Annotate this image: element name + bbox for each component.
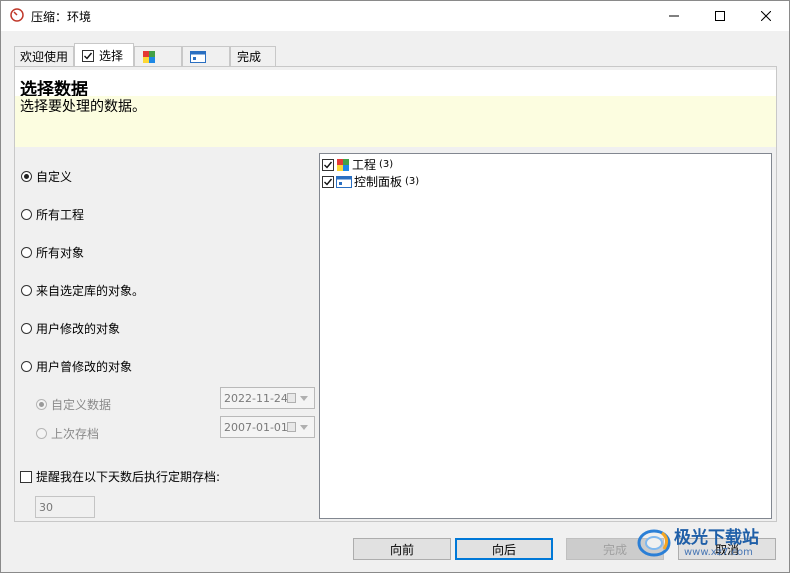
next-button[interactable]: 向后	[455, 538, 553, 560]
radio-indicator	[21, 361, 32, 372]
radio-user-modified[interactable]: 用户修改的对象	[21, 320, 120, 337]
page-header: 选择数据	[15, 70, 776, 100]
radio-label: 来自选定库的对象。	[36, 284, 145, 298]
project-icon	[143, 50, 155, 63]
tab-select[interactable]: 选择	[74, 43, 134, 67]
checkbox-indicator	[20, 470, 32, 483]
radio-last-archive[interactable]: 上次存档	[36, 425, 99, 442]
tree-item-count: (3)	[379, 159, 394, 170]
tab-projects[interactable]	[134, 46, 182, 66]
maximize-button[interactable]	[697, 1, 743, 31]
radio-label: 所有对象	[36, 246, 85, 260]
radio-label: 用户修改的对象	[36, 322, 121, 336]
radio-library-objects[interactable]: 来自选定库的对象。	[21, 282, 144, 299]
days-value: 30	[39, 501, 53, 514]
back-button[interactable]: 向前	[353, 538, 451, 560]
watermark-url: www.xz7.com	[684, 547, 753, 558]
app-icon	[10, 8, 24, 22]
calendar-icon	[287, 422, 296, 432]
control-panel-icon	[336, 175, 352, 188]
checkbox-checked-icon	[322, 158, 334, 171]
button-label: 完成	[602, 542, 627, 557]
page-subtitle: 选择要处理的数据。	[20, 99, 146, 115]
tab-finish[interactable]: 完成	[230, 46, 276, 66]
minimize-button[interactable]	[651, 1, 697, 31]
watermark-logo-icon	[637, 529, 671, 557]
minimize-icon	[669, 15, 679, 17]
archive-wizard-window: 压缩：环境 欢迎使用 选择 完成 选择数据 选择要处理的数据。 自定义 所有工程…	[0, 0, 790, 573]
chevron-down-icon	[300, 425, 308, 430]
reminder-days-input[interactable]: 30	[35, 496, 95, 518]
calendar-icon	[287, 393, 296, 403]
close-icon	[761, 11, 771, 21]
watermark: 极光下载站 www.xz7.com	[636, 521, 786, 569]
custom-date-picker[interactable]: 2022-11-24	[220, 387, 315, 409]
radio-user-previously-modified[interactable]: 用户曾修改的对象	[21, 358, 132, 375]
tab-label: 欢迎使用	[20, 50, 69, 64]
button-label: 向后	[491, 542, 516, 557]
radio-indicator	[21, 247, 32, 258]
radio-custom[interactable]: 自定义	[21, 168, 72, 185]
page-description-area: 选择要处理的数据。	[15, 96, 776, 147]
watermark-text: 极光下载站	[674, 528, 759, 548]
button-label: 向前	[389, 542, 414, 557]
checkbox-checked-icon	[322, 175, 334, 188]
tab-welcome[interactable]: 欢迎使用	[14, 46, 74, 66]
radio-indicator	[21, 171, 32, 182]
tab-control-panel[interactable]	[182, 46, 230, 66]
title-bar: 压缩：环境	[1, 1, 789, 31]
tree-item-projects[interactable]: 工程 (3)	[322, 156, 393, 173]
close-button[interactable]	[743, 1, 789, 31]
radio-label: 所有工程	[36, 208, 85, 222]
project-icon	[337, 158, 349, 171]
maximize-icon	[715, 11, 725, 21]
radio-indicator	[36, 428, 47, 439]
reminder-checkbox[interactable]: 提醒我在以下天数后执行定期存档:	[20, 468, 220, 485]
radio-all-projects[interactable]: 所有工程	[21, 206, 84, 223]
data-tree[interactable]: 工程 (3) 控制面板 (3)	[319, 153, 772, 519]
reminder-label: 提醒我在以下天数后执行定期存档:	[36, 470, 221, 484]
tree-item-label: 控制面板	[354, 175, 403, 189]
date-value: 2022-11-24	[224, 392, 288, 405]
date-value: 2007-01-01	[224, 421, 288, 434]
tab-label: 完成	[237, 50, 262, 64]
tree-item-count: (3)	[405, 176, 420, 187]
radio-label: 用户曾修改的对象	[36, 360, 133, 374]
radio-indicator	[21, 209, 32, 220]
tree-item-label: 工程	[352, 158, 377, 172]
radio-label: 自定义	[36, 170, 73, 184]
radio-custom-date[interactable]: 自定义数据	[36, 396, 111, 413]
radio-indicator	[21, 285, 32, 296]
wizard-panel: 选择数据 选择要处理的数据。 自定义 所有工程 所有对象 来自选定库的对象。 用…	[14, 66, 777, 522]
checkbox-checked-icon	[82, 49, 94, 62]
radio-indicator	[21, 323, 32, 334]
tree-item-control-panels[interactable]: 控制面板 (3)	[322, 173, 419, 190]
window-title: 压缩：环境	[31, 10, 92, 24]
radio-indicator	[36, 399, 47, 410]
radio-label: 自定义数据	[51, 398, 112, 412]
last-archive-date-picker[interactable]: 2007-01-01	[220, 416, 315, 438]
radio-label: 上次存档	[51, 427, 100, 441]
chevron-down-icon	[300, 396, 308, 401]
tab-label: 选择	[99, 49, 124, 63]
radio-all-objects[interactable]: 所有对象	[21, 244, 84, 261]
control-panel-icon	[190, 50, 206, 63]
